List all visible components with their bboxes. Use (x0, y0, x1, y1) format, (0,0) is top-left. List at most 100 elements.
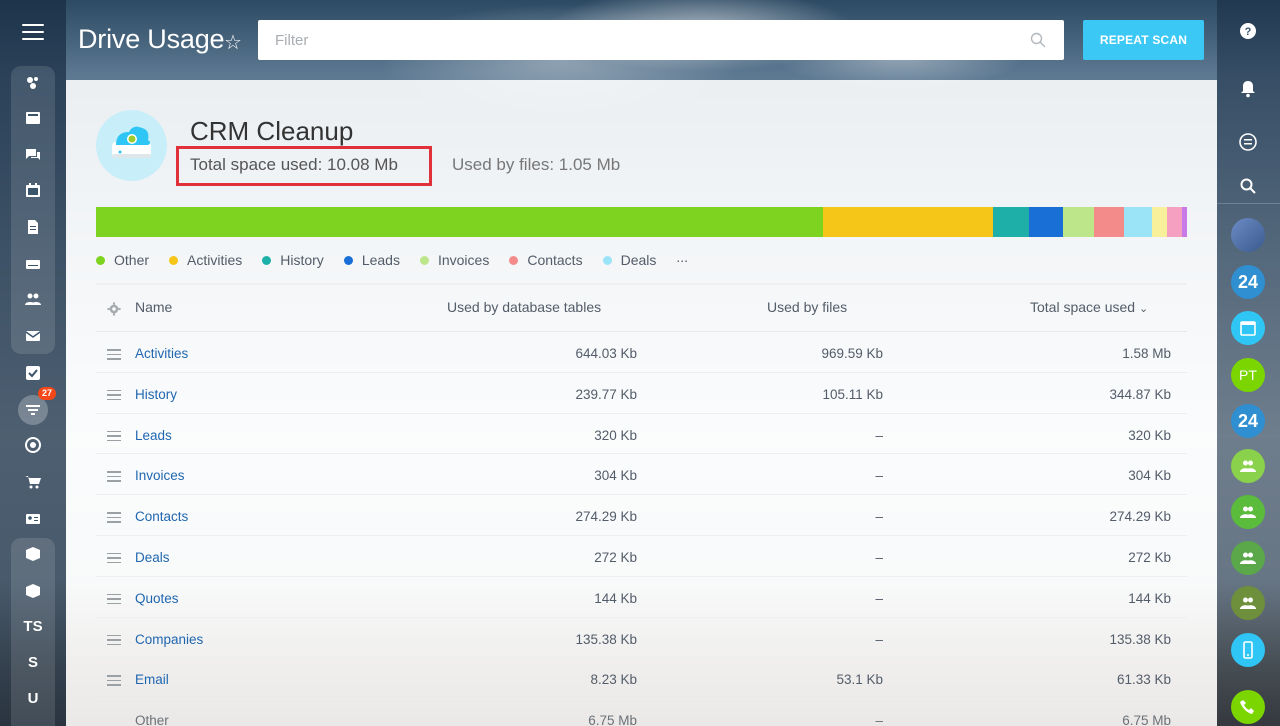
row-total-size: 6.75 Mb (1122, 713, 1171, 726)
row-name-link[interactable]: History (135, 387, 177, 402)
row-total-size: 274.29 Kb (1109, 509, 1171, 525)
row-name-link[interactable]: Deals (135, 550, 170, 565)
box-icon[interactable] (0, 574, 66, 608)
legend-item[interactable]: Contacts (509, 252, 583, 268)
bitrix24-icon[interactable]: 24 (1231, 404, 1265, 438)
row-name-link[interactable]: Leads (135, 428, 172, 443)
row-db-size: 135.38 Kb (575, 631, 637, 647)
column-header-total[interactable]: Total space used ⌄ (1030, 299, 1148, 315)
legend-item[interactable]: History (262, 252, 324, 268)
filter-box[interactable] (258, 20, 1064, 60)
legend-item[interactable]: Leads (343, 252, 400, 268)
tasks-icon[interactable] (0, 356, 66, 390)
drag-handle-icon[interactable] (107, 552, 121, 567)
crm-cleanup-title: CRM Cleanup (190, 116, 354, 146)
help-icon[interactable]: ? (1237, 20, 1259, 42)
group-chat-icon[interactable] (1231, 541, 1265, 575)
search-icon[interactable] (1030, 32, 1046, 48)
row-name-link[interactable]: Contacts (135, 509, 188, 524)
sidebar-item-s[interactable]: S (0, 645, 66, 679)
settings-gear-icon[interactable] (107, 302, 121, 316)
row-name-link[interactable]: Companies (135, 632, 203, 647)
legend-label: History (280, 252, 324, 268)
usage-bar-segment (1029, 207, 1063, 237)
usage-bar-segment (1152, 207, 1168, 237)
row-name-link[interactable]: Email (135, 672, 169, 687)
usage-bar-segment (993, 207, 1030, 237)
target-icon[interactable] (0, 428, 66, 462)
row-name-link[interactable]: Quotes (135, 591, 179, 606)
repeat-scan-button[interactable]: REPEAT SCAN (1083, 20, 1204, 60)
drag-handle-icon[interactable] (107, 471, 121, 485)
table-row: Companies 135.38 Kb – 135.38 Kb (96, 618, 1187, 659)
row-db-size: 8.23 Kb (590, 672, 637, 688)
sidebar-item-ts[interactable]: TS (0, 609, 66, 643)
drive-icon[interactable] (0, 247, 66, 281)
crm-funnel-icon[interactable]: 27 (0, 387, 66, 427)
row-total-size: 144 Kb (1128, 590, 1171, 606)
contact-card-icon[interactable] (0, 502, 66, 536)
row-total-size: 1.58 Mb (1122, 346, 1171, 361)
column-header-files[interactable]: Used by files (767, 299, 847, 315)
messages-icon[interactable] (1237, 131, 1259, 153)
legend-item[interactable]: Other (96, 252, 149, 268)
drag-handle-icon[interactable] (107, 593, 121, 608)
row-db-size: 272 Kb (594, 549, 637, 565)
drag-handle-icon[interactable] (107, 349, 121, 363)
column-header-db[interactable]: Used by database tables (447, 299, 601, 315)
group-chat-icon[interactable] (1231, 449, 1265, 483)
group-chat-icon[interactable] (1231, 495, 1265, 529)
legend-dot (509, 255, 519, 265)
legend-item[interactable]: Deals (602, 252, 656, 268)
cart-icon[interactable] (0, 465, 66, 499)
bitrix24-icon[interactable]: 24 (1231, 265, 1265, 299)
row-name-link[interactable]: Invoices (135, 468, 185, 483)
drag-handle-icon[interactable] (107, 430, 121, 445)
box-icon[interactable] (0, 537, 66, 571)
legend-item[interactable]: Activities (169, 252, 242, 268)
row-files-size: – (875, 468, 883, 484)
bell-icon[interactable] (1237, 78, 1259, 100)
usage-bar-segment (1062, 207, 1095, 237)
table-row: Quotes 144 Kb – 144 Kb (96, 577, 1187, 618)
feed-icon[interactable] (0, 66, 66, 100)
menu-icon[interactable] (22, 24, 44, 40)
row-total-size: 135.38 Kb (1109, 631, 1171, 647)
legend-label: Invoices (437, 252, 490, 268)
document-icon[interactable] (0, 210, 66, 244)
calendar-icon[interactable] (1231, 311, 1265, 345)
row-db-size: 6.75 Mb (588, 713, 637, 726)
legend-dot (169, 255, 179, 265)
mail-icon[interactable] (0, 319, 66, 353)
filter-input[interactable] (258, 20, 1018, 60)
user-avatar[interactable] (1231, 218, 1265, 252)
drag-handle-icon[interactable] (107, 512, 121, 526)
groups-icon[interactable] (0, 282, 66, 316)
favorite-star-icon[interactable]: ☆ (224, 30, 242, 55)
drag-handle-icon[interactable] (107, 675, 121, 689)
row-total-size: 61.33 Kb (1116, 672, 1171, 688)
legend-more[interactable]: ... (676, 249, 688, 268)
sidebar-item-u[interactable]: U (0, 681, 66, 715)
table-row: Contacts 274.29 Kb – 274.29 Kb (96, 495, 1187, 536)
row-total-size: 320 Kb (1128, 427, 1171, 443)
user-initials-avatar[interactable]: PT (1231, 358, 1265, 392)
legend-item[interactable]: Invoices (419, 252, 490, 268)
chat-icon[interactable] (0, 138, 66, 172)
calendar-icon[interactable] (0, 173, 66, 207)
usage-bar-segment (1167, 207, 1182, 237)
drag-handle-icon[interactable] (107, 389, 121, 404)
page-title: Drive Usage (78, 24, 225, 54)
row-total-size: 344.87 Kb (1109, 386, 1171, 402)
news-icon[interactable] (0, 101, 66, 135)
legend-label: Leads (361, 252, 400, 268)
column-header-name[interactable]: Name (135, 299, 172, 315)
legend-dot (343, 255, 353, 265)
drag-handle-icon[interactable] (107, 634, 121, 649)
search-icon[interactable] (1237, 175, 1259, 197)
phone-icon[interactable] (1231, 690, 1265, 724)
row-name-link[interactable]: Activities (135, 346, 188, 361)
mobile-icon[interactable] (1231, 633, 1265, 667)
svg-text:?: ? (1245, 26, 1252, 38)
group-chat-icon[interactable] (1231, 586, 1265, 620)
